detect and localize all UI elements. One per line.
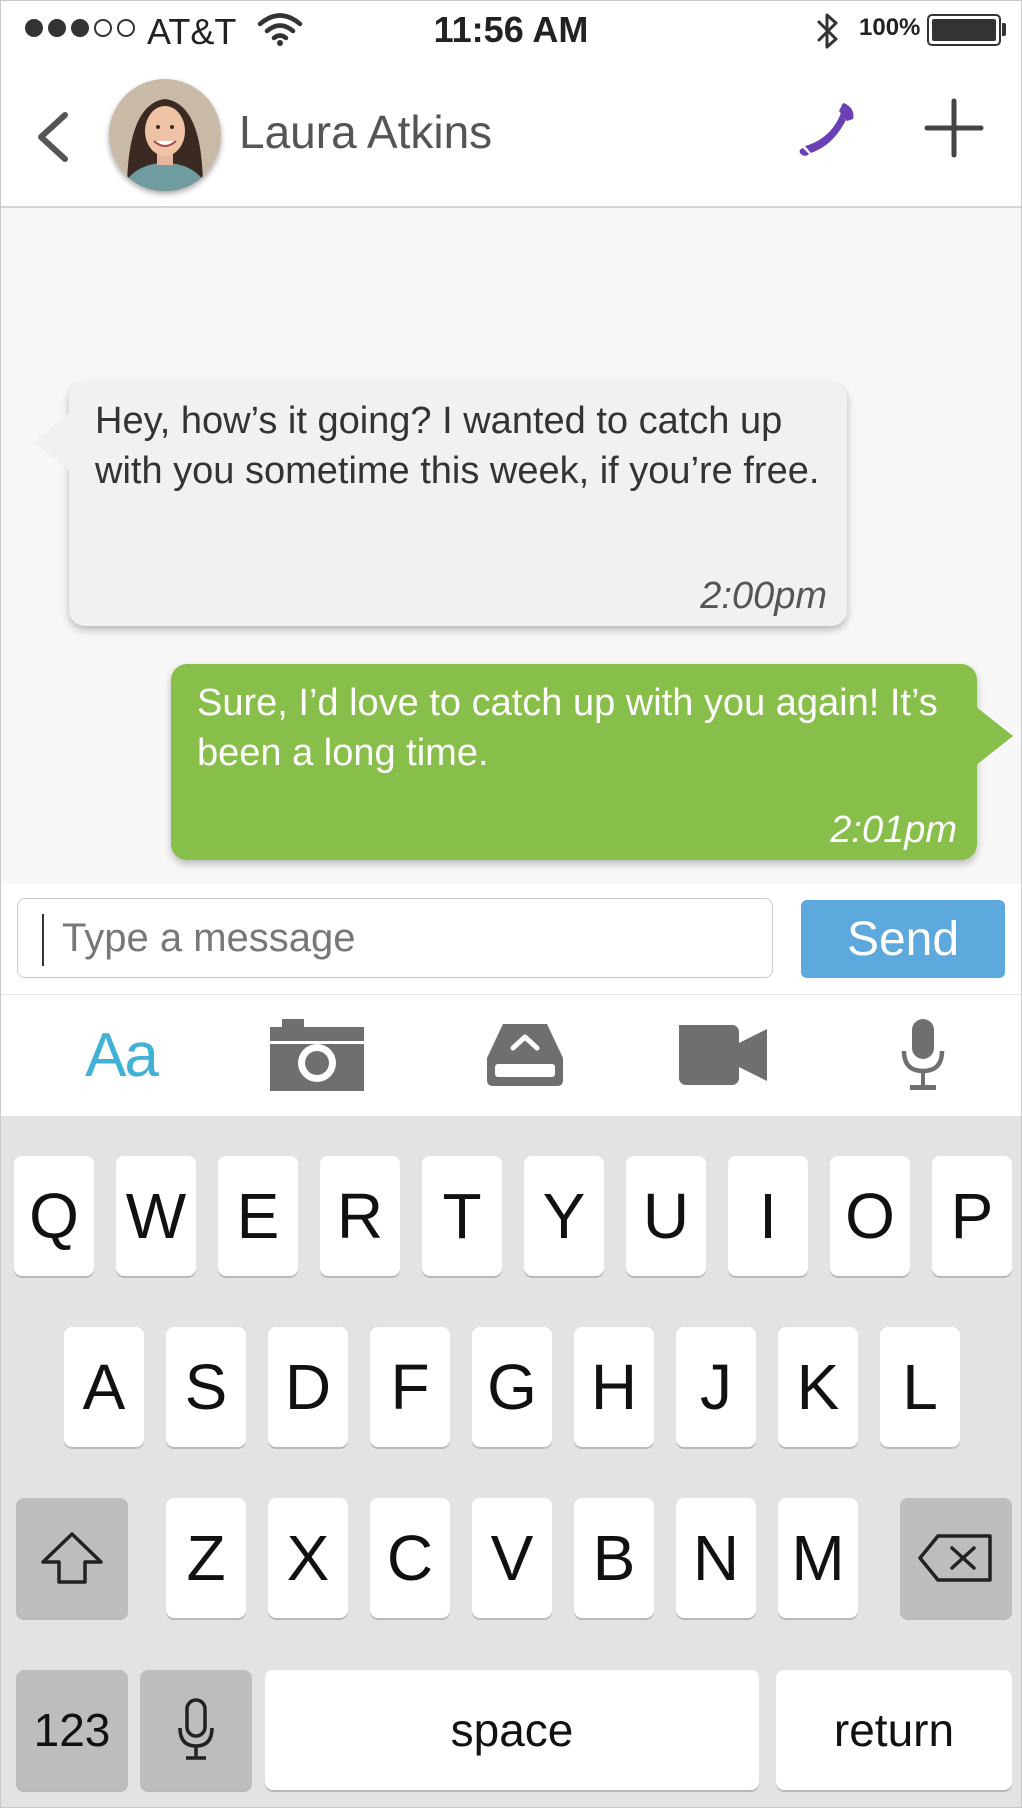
key-l[interactable]: L [880,1327,960,1447]
phone-call-icon[interactable] [797,97,861,166]
bubble-tail [33,412,71,472]
key-h[interactable]: H [574,1327,654,1447]
dictation-key[interactable] [140,1670,252,1790]
dictation-microphone-icon [178,1698,214,1760]
camera-icon[interactable] [267,1013,367,1097]
key-o[interactable]: O [830,1156,910,1276]
attachment-toolbar: Aa [1,995,1021,1115]
key-r[interactable]: R [320,1156,400,1276]
incoming-message-bubble[interactable]: Hey, how’s it going? I wanted to catch u… [33,382,847,626]
onscreen-keyboard: Q W E R T Y U I O P A S D F G H J K L Z … [1,1116,1021,1807]
outgoing-message-bubble[interactable]: Sure, I’d love to catch up with you agai… [171,664,1013,860]
message-thread: Hey, how’s it going? I wanted to catch u… [1,208,1021,884]
backspace-icon [918,1534,992,1582]
key-i[interactable]: I [728,1156,808,1276]
message-text: Sure, I’d love to catch up with you agai… [197,682,938,774]
key-f[interactable]: F [370,1327,450,1447]
key-y[interactable]: Y [524,1156,604,1276]
phone-screen: AT&T 11:56 AM 100% Laura Atkins Hey, how… [0,0,1022,1808]
microphone-icon[interactable] [873,1013,973,1097]
key-n[interactable]: N [676,1498,756,1618]
contact-name[interactable]: Laura Atkins [239,105,492,159]
key-b[interactable]: B [574,1498,654,1618]
key-z[interactable]: Z [166,1498,246,1618]
key-w[interactable]: W [116,1156,196,1276]
message-timestamp: 2:00pm [700,575,827,617]
key-e[interactable]: E [218,1156,298,1276]
key-m[interactable]: M [778,1498,858,1618]
conversation-header: Laura Atkins [1,59,1021,208]
text-format-button[interactable]: Aa [71,1013,171,1097]
battery-percent: 100% [859,14,921,41]
numbers-key[interactable]: 123 [16,1670,128,1790]
key-j[interactable]: J [676,1327,756,1447]
key-s[interactable]: S [166,1327,246,1447]
message-timestamp: 2:01pm [830,809,957,851]
status-bar: AT&T 11:56 AM 100% [1,1,1021,59]
space-key[interactable]: space [265,1670,759,1790]
bluetooth-icon [815,11,841,56]
key-a[interactable]: A [64,1327,144,1447]
back-chevron-icon[interactable] [33,111,73,168]
text-cursor [42,914,44,966]
key-d[interactable]: D [268,1327,348,1447]
message-input[interactable] [17,898,773,978]
send-button[interactable]: Send [801,900,1005,978]
shift-key[interactable] [16,1498,128,1618]
key-t[interactable]: T [422,1156,502,1276]
shift-arrow-icon [41,1532,103,1584]
bubble-tail [975,706,1013,766]
add-icon[interactable] [923,97,985,164]
key-q[interactable]: Q [14,1156,94,1276]
key-c[interactable]: C [370,1498,450,1618]
key-k[interactable]: K [778,1327,858,1447]
message-composer: Send [1,884,1021,995]
delete-key[interactable] [900,1498,1012,1618]
battery-tip [1002,23,1006,36]
return-key[interactable]: return [776,1670,1012,1790]
key-u[interactable]: U [626,1156,706,1276]
contact-avatar[interactable] [109,79,221,191]
key-g[interactable]: G [472,1327,552,1447]
upload-icon[interactable] [475,1013,575,1097]
key-p[interactable]: P [932,1156,1012,1276]
video-icon[interactable] [671,1013,775,1097]
key-x[interactable]: X [268,1498,348,1618]
battery-icon [927,14,1001,46]
message-text: Hey, how’s it going? I wanted to catch u… [95,400,820,492]
key-v[interactable]: V [472,1498,552,1618]
